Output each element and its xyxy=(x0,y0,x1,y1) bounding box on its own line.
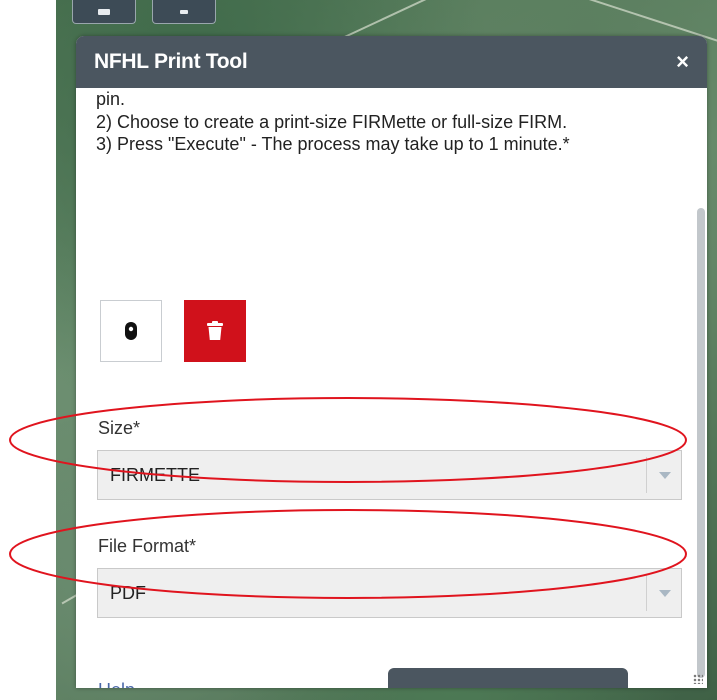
run-button[interactable]: Run xyxy=(388,668,628,688)
file-format-select[interactable]: PDF xyxy=(97,568,682,618)
help-link[interactable]: Help xyxy=(98,680,135,688)
size-value: FIRMETTE xyxy=(110,464,200,485)
instruction-line: 2) Choose to create a print-size FIRMett… xyxy=(96,111,568,132)
size-select[interactable]: FIRMETTE xyxy=(97,450,682,500)
instruction-line: 3) Press "Execute" - The process may tak… xyxy=(96,134,570,154)
place-pin-button[interactable] xyxy=(100,300,162,362)
panel-title: NFHL Print Tool xyxy=(94,50,248,73)
file-format-label: File Format* xyxy=(98,536,197,556)
nfhl-print-tool-panel: NFHL Print Tool × pin. 2) Choose to crea… xyxy=(76,36,707,688)
map-toolbar-button[interactable] xyxy=(152,0,216,24)
chevron-down-icon[interactable] xyxy=(659,472,671,479)
close-icon[interactable]: × xyxy=(676,51,689,73)
select-divider xyxy=(646,575,647,611)
size-label: Size* xyxy=(98,418,141,438)
panel-header: NFHL Print Tool × xyxy=(76,36,707,88)
map-tool-icon xyxy=(180,9,188,14)
clear-pin-button[interactable] xyxy=(184,300,246,362)
map-tool-icon xyxy=(98,8,110,15)
trash-icon xyxy=(207,321,223,340)
instruction-line: pin. xyxy=(96,89,126,109)
panel-body[interactable]: pin. 2) Choose to create a print-size FI… xyxy=(76,88,707,688)
scrollbar[interactable] xyxy=(697,208,705,678)
file-format-value: PDF xyxy=(110,582,146,603)
select-divider xyxy=(646,457,647,493)
resize-handle[interactable] xyxy=(693,674,703,684)
map-pin-icon xyxy=(125,322,137,340)
chevron-down-icon[interactable] xyxy=(659,590,671,597)
map-toolbar-button[interactable] xyxy=(72,0,136,24)
instructions-text: pin. 2) Choose to create a print-size FI… xyxy=(96,88,676,238)
